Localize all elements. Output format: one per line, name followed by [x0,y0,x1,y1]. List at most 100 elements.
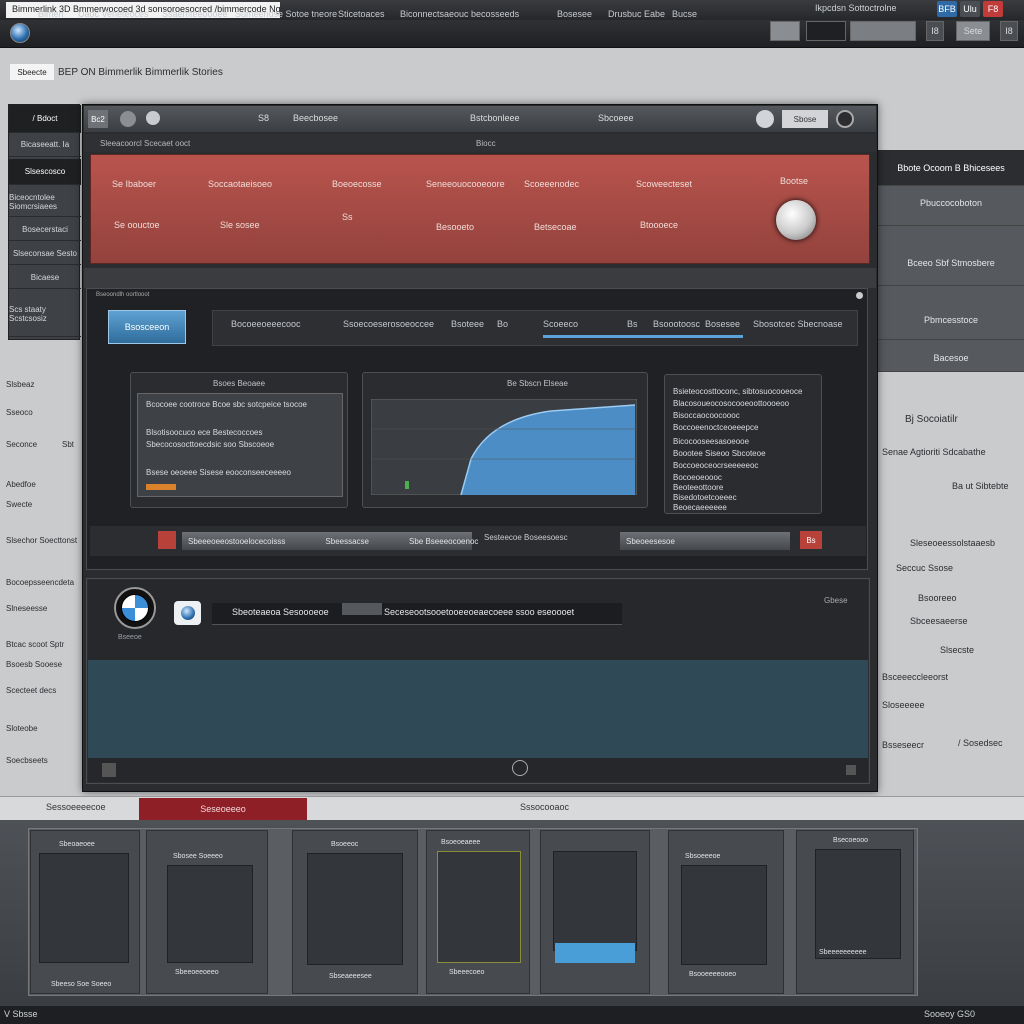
menu-item[interactable]: Bosesee [557,9,592,19]
banner-label[interactable]: Seneeouocooeoore [426,179,505,189]
circle-icon[interactable] [146,111,160,125]
tab[interactable]: Ssoecoeserosoeoccee [343,319,434,329]
home-icon[interactable] [512,760,528,776]
right-text[interactable]: Bsooreeo [918,593,957,603]
banner-label[interactable]: Betsecoae [534,222,577,232]
toolbar-button[interactable]: I8 [926,21,944,41]
menu-item[interactable]: Ssaemteeoooee [162,9,228,19]
thumbnail[interactable]: Sbsoeeeoe Bsooeeeeooeo [668,830,784,994]
tab[interactable]: Bo [497,319,508,329]
right-text[interactable]: Bsceeeccleeorst [882,672,948,682]
tab[interactable]: Bsoootoosc [653,319,700,329]
bottom-tab[interactable]: Sssocooaoc [520,802,569,812]
menu-icon[interactable] [102,763,116,777]
minimize-button[interactable]: BFB [937,1,957,17]
banner-label[interactable]: Sle sosee [220,220,260,230]
list-item[interactable]: Seconce [6,440,37,449]
toolbar-button[interactable] [806,21,846,41]
list-item[interactable]: Slsbeaz [6,380,34,389]
tab[interactable]: Bocoeeoeeecooc [231,319,301,329]
list-item[interactable]: Slneseesse [6,604,47,613]
list-item[interactable]: Bocoepsseencdeta [6,578,74,587]
sidebar-item[interactable]: Bicaseeatt. Ia [9,133,81,157]
toolbar-label[interactable]: Bstcbonleee [470,113,520,123]
list-item[interactable]: Soecbseets [6,756,48,765]
list-item[interactable]: Swecte [6,500,32,509]
banner-label[interactable]: Se Ibaboer [112,179,156,189]
thumbnail[interactable]: Bsoeeoc Sbseaeeesee [292,830,418,994]
tab[interactable]: Bosesee [705,319,740,329]
banner-label[interactable]: Se oouctoe [114,220,160,230]
list-item[interactable]: Sloteobe [6,724,38,733]
sidebar-item[interactable]: Biceocntolee Siomcrsiaees [9,187,81,217]
banner-label[interactable]: Btoooece [640,220,678,230]
toolbar-button[interactable]: I8 [1000,21,1018,41]
banner-label[interactable]: Ss [342,212,353,222]
thumbnail[interactable]: Bsoeoeaeee Sbeeecoeo [426,830,530,994]
right-text[interactable]: Sloseeeee [882,700,925,710]
toolbar-button[interactable] [770,21,800,41]
right-panel-item[interactable]: Bacesoe [878,344,1024,372]
list-item[interactable]: Abedfoe [6,480,36,489]
alert-icon[interactable] [158,531,176,549]
banner-label[interactable]: Bootse [780,176,808,186]
banner-label[interactable]: Besooeto [436,222,474,232]
close-icon[interactable] [856,292,863,299]
menu-item[interactable]: Drusbuc Eabe [608,9,665,19]
sidebar-item[interactable]: Bicaese [9,267,81,289]
tab-active[interactable]: Bsosceeon [108,310,186,344]
right-text[interactable]: Senae Agtioriti Sdcabathe [882,447,986,457]
resize-icon[interactable] [846,765,856,775]
control-knob-icon[interactable] [776,200,816,240]
toolbar-label[interactable]: Sbcoeee [598,113,634,123]
close-button[interactable]: F8 [983,1,1003,17]
sidebar-item[interactable]: Slsescosco [9,159,81,185]
sidebar-item[interactable]: Scs staaty Scstcsosiz [9,291,81,337]
banner-label[interactable]: Scoeeenodec [524,179,579,189]
toolbar-tab[interactable]: Bc2 [88,110,108,128]
banner-label[interactable]: Soccaotaeisoeo [208,179,272,189]
maximize-button[interactable]: Ulu [960,1,980,17]
banner-label[interactable]: Boeoecosse [332,179,382,189]
tab[interactable]: Scoeeco [543,319,578,329]
toolbar-label[interactable]: S8 [258,113,269,123]
list-item[interactable]: Sseoco [6,408,33,417]
right-text[interactable]: Slsecste [940,645,974,655]
menu-item[interactable]: Sumeendse Sotoe tneore [235,9,337,19]
toolbar-button[interactable]: Sbose [782,110,828,128]
sidebar-item[interactable]: / Bdoct [9,105,81,133]
list-item[interactable]: Scecteet decs [6,686,56,695]
list-item[interactable]: Bsoesb Sooese [6,660,62,669]
toolbar-button[interactable]: Sete [956,21,990,41]
right-text[interactable]: Sleseoeessolstaaesb [910,538,995,548]
list-item[interactable]: Slsechor Soecttonst [6,536,77,545]
tab[interactable]: Bsoteee [451,319,484,329]
toolbar-button[interactable] [850,21,916,41]
bottom-tab-active[interactable]: Seseoeeeo [139,798,307,820]
right-text[interactable]: / Sosedsec [958,738,1003,748]
right-text[interactable]: Bsseseecr [882,740,924,750]
right-panel-item[interactable]: Pbuccocoboton [878,180,1024,226]
menu-item[interactable]: Bimen [38,9,64,19]
menu-item[interactable]: Sticetoaces [338,9,385,19]
tab[interactable]: Sbosotcec Sbecnoase [753,319,843,329]
tab[interactable]: Bs [627,319,638,329]
settings-icon[interactable] [756,110,774,128]
right-text[interactable]: Seccuc Ssose [896,563,953,573]
status-badge[interactable]: Bs [800,531,822,549]
list-item[interactable]: Sbt [62,440,74,449]
right-panel-item[interactable]: Pbmcesstoce [878,300,1024,340]
right-panel-item[interactable]: Bceeo Sbf Stmosbere [878,240,1024,286]
bottom-tab[interactable]: Sessoeeeecoe [46,802,106,812]
right-text[interactable]: Ba ut Sibtebte [952,481,1009,491]
breadcrumb-home[interactable]: Sbeecte [10,64,54,80]
menu-item[interactable]: Bucse [672,9,697,19]
toolbar-label[interactable]: Beecbosee [293,113,338,123]
thumbnail[interactable]: Sbosee Soeeeo Sbeeoeeoeeo [146,830,268,994]
right-text[interactable]: Sbceesaeerse [910,616,968,626]
list-item[interactable]: Btcac scoot Sptr [6,640,64,649]
banner-label[interactable]: Scoweecteset [636,179,692,189]
power-icon[interactable] [836,110,854,128]
thumbnail[interactable]: Sbeoaeoee Sbeeso Soe Soeeo [30,830,140,994]
menu-item[interactable]: Biconnectsaeouc becosseeds [400,9,519,19]
